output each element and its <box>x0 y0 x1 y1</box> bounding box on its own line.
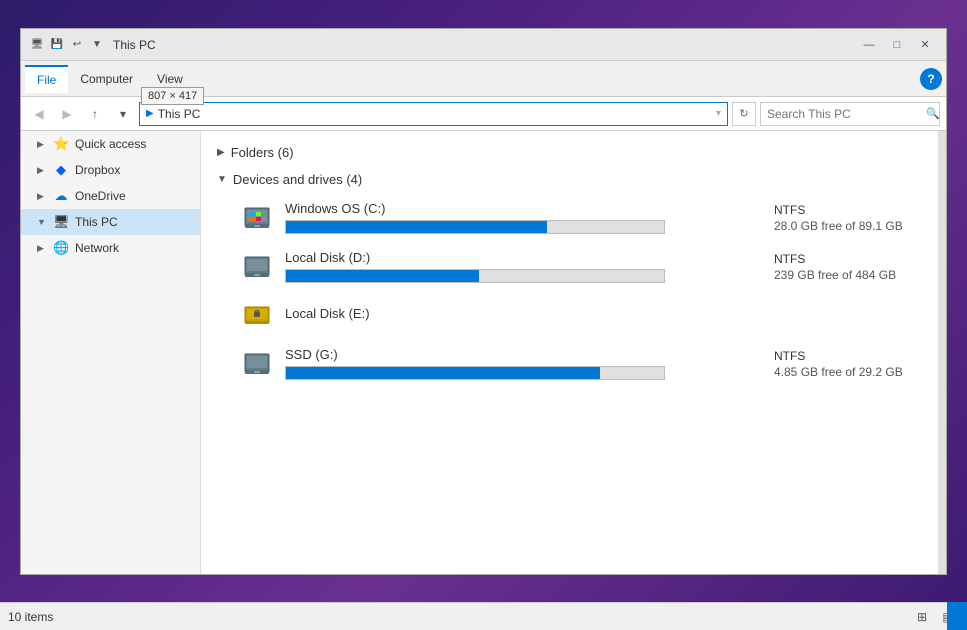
devices-chevron: ▼ <box>217 174 227 185</box>
status-bar: 10 items ⊞ ▤ <box>0 602 967 630</box>
address-arrow: ▶ <box>146 108 154 119</box>
sidebar-item-this-pc[interactable]: ▼ 🖥 This PC <box>21 209 200 235</box>
expand-arrow-dropbox: ▶ <box>37 165 47 176</box>
drive-g[interactable]: SSD (G:) NTFS 4.85 GB free of 29.2 GB <box>217 339 930 388</box>
search-box[interactable]: 🔍 <box>760 102 940 126</box>
drive-d-fs: NTFS <box>774 252 918 266</box>
this-pc-icon: 🖥 <box>53 214 69 230</box>
expand-arrow-network: ▶ <box>37 243 47 254</box>
maximize-button[interactable]: □ <box>884 35 910 55</box>
onedrive-icon: ☁ <box>53 188 69 204</box>
drive-d-info: Local Disk (D:) <box>285 250 746 283</box>
folders-section-header[interactable]: ▶ Folders (6) <box>217 139 930 166</box>
address-dropdown[interactable]: ▾ <box>716 108 721 119</box>
address-text: This PC <box>158 107 201 121</box>
close-button[interactable]: ✕ <box>912 35 938 55</box>
sidebar-item-network[interactable]: ▶ 🌐 Network <box>21 235 200 261</box>
sidebar: ▶ ⭐ Quick access ▶ ◆ Dropbox ▶ ☁ OneDriv… <box>21 131 201 574</box>
drive-c-space: 28.0 GB free of 89.1 GB <box>774 219 918 233</box>
drive-g-info: SSD (G:) <box>285 347 746 380</box>
drive-e-meta <box>758 314 918 316</box>
drive-g-space: 4.85 GB free of 29.2 GB <box>774 365 918 379</box>
drive-g-name: SSD (G:) <box>285 347 746 362</box>
drive-c-meta: NTFS 28.0 GB free of 89.1 GB <box>758 203 918 233</box>
sidebar-label-network: Network <box>75 241 119 255</box>
title-bar: 🖥 💾 ↩ ▼ This PC — □ ✕ <box>21 29 946 61</box>
drive-e[interactable]: Local Disk (E:) <box>217 291 930 339</box>
main-area: ▶ ⭐ Quick access ▶ ◆ Dropbox ▶ ☁ OneDriv… <box>21 131 946 574</box>
search-input[interactable] <box>767 107 922 121</box>
dropbox-icon: ◆ <box>53 162 69 178</box>
drive-c-progress-fill <box>286 221 547 233</box>
explorer-window: 🖥 💾 ↩ ▼ This PC — □ ✕ 807 × 417 File Com… <box>20 28 947 575</box>
expand-arrow-onedrive: ▶ <box>37 191 47 202</box>
expand-arrow: ▶ <box>37 139 47 150</box>
details-view-button[interactable]: ⊞ <box>911 607 933 627</box>
ribbon-tab-computer[interactable]: Computer <box>68 66 145 92</box>
ribbon-tab-file[interactable]: File <box>25 65 68 93</box>
sidebar-label-this-pc: This PC <box>75 215 118 229</box>
sidebar-label-onedrive: OneDrive <box>75 189 126 203</box>
window-title: This PC <box>113 38 856 52</box>
folders-section-title: Folders (6) <box>231 145 294 160</box>
refresh-button[interactable]: ↻ <box>732 102 756 126</box>
recent-locations-button[interactable]: ▾ <box>111 102 135 126</box>
ribbon-tab-view[interactable]: View <box>145 66 195 92</box>
drive-d-space: 239 GB free of 484 GB <box>774 268 918 282</box>
window-icon: 🖥 <box>29 37 45 53</box>
item-count: 10 items <box>8 610 53 624</box>
search-icon[interactable]: 🔍 <box>926 107 940 120</box>
drive-d-meta: NTFS 239 GB free of 484 GB <box>758 252 918 282</box>
drive-d-name: Local Disk (D:) <box>285 250 746 265</box>
drive-d-progress-fill <box>286 270 479 282</box>
sidebar-item-onedrive[interactable]: ▶ ☁ OneDrive <box>21 183 200 209</box>
drive-g-meta: NTFS 4.85 GB free of 29.2 GB <box>758 349 918 379</box>
drive-e-name: Local Disk (E:) <box>285 306 746 321</box>
drive-d[interactable]: Local Disk (D:) NTFS 239 GB free of 484 … <box>217 242 930 291</box>
sidebar-label-dropbox: Dropbox <box>75 163 120 177</box>
drive-c-info: Windows OS (C:) <box>285 201 746 234</box>
properties-icon: ▼ <box>89 37 105 53</box>
drive-c-fs: NTFS <box>774 203 918 217</box>
undo-icon: ↩ <box>69 37 85 53</box>
sidebar-label-quick-access: Quick access <box>75 137 146 151</box>
devices-section-title: Devices and drives (4) <box>233 172 362 187</box>
drive-d-icon <box>241 251 273 283</box>
back-button[interactable]: ◀ <box>27 102 51 126</box>
network-icon: 🌐 <box>53 240 69 256</box>
up-button[interactable]: ↑ <box>83 102 107 126</box>
drive-c[interactable]: Windows OS (C:) NTFS 28.0 GB free of 89.… <box>217 193 930 242</box>
devices-section-header[interactable]: ▼ Devices and drives (4) <box>217 166 930 193</box>
drive-c-progress-bg <box>285 220 665 234</box>
ribbon: File Computer View ? <box>21 61 946 97</box>
drive-d-progress-bg <box>285 269 665 283</box>
drive-g-progress-bg <box>285 366 665 380</box>
bottom-accent <box>947 602 967 630</box>
save-icon: 💾 <box>49 37 65 53</box>
expand-arrow-this-pc: ▼ <box>37 217 47 227</box>
drive-e-icon <box>241 299 273 331</box>
scrollbar[interactable] <box>938 131 946 574</box>
minimize-button[interactable]: — <box>856 35 882 55</box>
sidebar-item-quick-access[interactable]: ▶ ⭐ Quick access <box>21 131 200 157</box>
drive-g-icon <box>241 348 273 380</box>
folders-chevron: ▶ <box>217 147 225 158</box>
drive-c-name: Windows OS (C:) <box>285 201 746 216</box>
content-panel: ▶ Folders (6) ▼ Devices and drives (4) <box>201 131 946 574</box>
forward-button[interactable]: ▶ <box>55 102 79 126</box>
sidebar-item-dropbox[interactable]: ▶ ◆ Dropbox <box>21 157 200 183</box>
title-bar-controls: — □ ✕ <box>856 35 938 55</box>
drive-c-icon <box>241 202 273 234</box>
navigation-bar: ◀ ▶ ↑ ▾ ▶ This PC ▾ ↻ 🔍 <box>21 97 946 131</box>
help-button[interactable]: ? <box>920 68 942 90</box>
drive-e-info: Local Disk (E:) <box>285 306 746 325</box>
address-bar[interactable]: ▶ This PC ▾ <box>139 102 728 126</box>
drive-g-fs: NTFS <box>774 349 918 363</box>
quick-access-icon: ⭐ <box>53 136 69 152</box>
drive-g-progress-fill <box>286 367 600 379</box>
title-bar-icons: 🖥 💾 ↩ ▼ <box>29 37 105 53</box>
